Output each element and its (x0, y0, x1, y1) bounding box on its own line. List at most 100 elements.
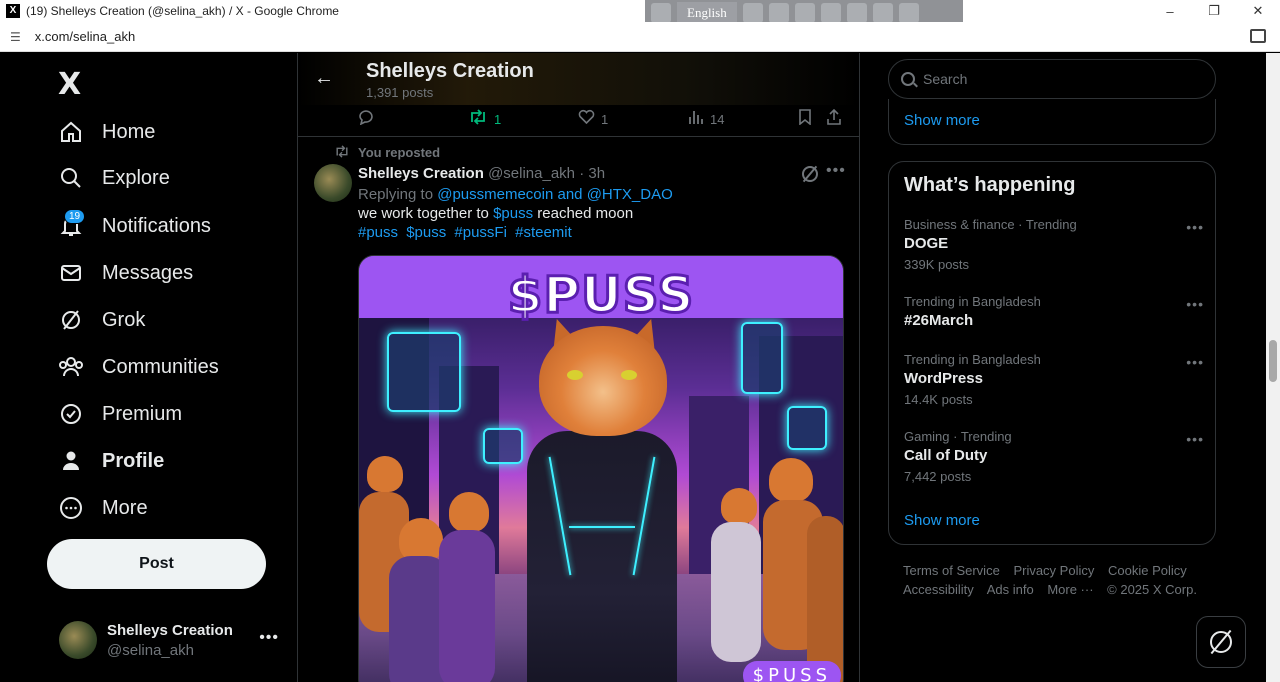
langbar-dropdown-icon[interactable] (742, 3, 763, 23)
scrollbar-thumb[interactable] (1269, 340, 1277, 382)
site-info-icon[interactable]: ☰ (10, 30, 21, 44)
langbar-settings-icon[interactable] (820, 3, 841, 23)
window-title: (19) Shelleys Creation (@selina_akh) / X… (26, 4, 339, 18)
heart-icon (578, 109, 595, 129)
account-switcher[interactable]: Shelleys Creation @selina_akh ••• (59, 621, 289, 661)
url-field[interactable]: x.com/selina_akh (35, 29, 135, 44)
address-bar[interactable]: ☰ x.com/selina_akh (0, 22, 1280, 52)
neon-sign (741, 322, 783, 394)
browser-titlebar: X (19) Shelleys Creation (@selina_akh) /… (0, 0, 1280, 22)
tweet-time[interactable]: 3h (588, 165, 605, 182)
nav-messages[interactable]: Messages (58, 253, 193, 293)
bookmark-button[interactable] (798, 109, 812, 129)
x-logo-icon[interactable]: X (58, 67, 81, 102)
footer-link[interactable]: Ads info (987, 582, 1034, 597)
show-more-link[interactable]: Show more (904, 112, 980, 129)
search-icon (901, 72, 915, 86)
like-button[interactable]: 1 (578, 109, 608, 129)
close-icon[interactable]: ✕ (1236, 0, 1280, 22)
nav-notifications[interactable]: 19 Notifications (58, 206, 211, 246)
trend-count: 7,442 posts (904, 469, 972, 484)
trend-more-icon[interactable]: ••• (1186, 219, 1204, 235)
nav-profile[interactable]: Profile (58, 441, 164, 481)
trend-title: WordPress (904, 370, 983, 387)
grok-icon (58, 307, 84, 333)
nav-home[interactable]: Home (58, 112, 155, 152)
social-context-text: You reposted (358, 145, 441, 160)
trend-item[interactable]: Gaming · Trending Call of Duty 7,442 pos… (904, 429, 1204, 484)
grok-explain-icon[interactable] (802, 166, 818, 182)
page-scrollbar[interactable] (1266, 53, 1280, 682)
replying-user-2[interactable]: @HTX_DAO (587, 186, 673, 203)
hashtag[interactable]: #puss (358, 224, 398, 241)
cast-icon[interactable] (1250, 29, 1266, 43)
nav-more[interactable]: More (58, 488, 148, 528)
langbar-hand-icon[interactable] (794, 3, 815, 23)
hashtag[interactable]: #steemit (515, 224, 572, 241)
tweet-author-name[interactable]: Shelleys Creation (358, 165, 484, 182)
crowd-cat (439, 530, 495, 682)
trend-title: DOGE (904, 235, 949, 252)
trend-more-icon[interactable]: ••• (1186, 431, 1204, 447)
tweet-text-before: we work together to (358, 205, 489, 222)
nav-communities-label: Communities (102, 355, 219, 378)
grok-floating-button[interactable] (1196, 616, 1246, 668)
left-sidebar: X Home Explore 19 Notifications Messages (0, 53, 298, 682)
langbar-close-icon[interactable] (898, 3, 919, 23)
tweet-media-image[interactable]: $PUSS $PUSS (358, 255, 844, 682)
trend-item[interactable]: Trending in Bangladesh WordPress 14.4K p… (904, 352, 1204, 407)
nav-explore[interactable]: Explore (58, 158, 170, 198)
grok-icon (1210, 631, 1232, 653)
langbar-keyboard-icon[interactable] (768, 3, 789, 23)
nav-communities[interactable]: Communities (58, 347, 219, 387)
hashtag[interactable]: #pussFi (454, 224, 507, 241)
hero-cat-eye (567, 370, 583, 380)
tweet-text-after: reached moon (537, 205, 634, 222)
reply-button[interactable] (358, 109, 381, 129)
hashtag[interactable]: $puss (406, 224, 446, 241)
tweet-avatar[interactable] (314, 164, 352, 202)
trend-item[interactable]: Business & finance · Trending DOGE 339K … (904, 217, 1204, 272)
nav-premium[interactable]: Premium (58, 394, 182, 434)
trend-more-icon[interactable]: ••• (1186, 296, 1204, 312)
tweet-cashtag[interactable]: $puss (493, 205, 533, 222)
whats-happening-title: What’s happening (904, 174, 1076, 196)
footer-link[interactable]: Cookie Policy (1108, 563, 1187, 578)
nav-grok[interactable]: Grok (58, 300, 145, 340)
language-selector[interactable]: English (677, 2, 737, 24)
nav-messages-label: Messages (102, 261, 194, 284)
crowd-cat (449, 492, 489, 532)
repost-button[interactable]: 1 (468, 109, 501, 129)
footer-link[interactable]: Accessibility (903, 582, 974, 597)
page-viewport: X Home Explore 19 Notifications Messages (0, 53, 1266, 682)
trend-more-icon[interactable]: ••• (1186, 354, 1204, 370)
minimize-icon[interactable]: – (1148, 0, 1192, 22)
search-input[interactable]: Search (923, 71, 967, 87)
like-count: 1 (601, 111, 609, 127)
tweet-more-icon[interactable]: ••• (826, 162, 846, 180)
profile-title: Shelleys Creation (366, 60, 534, 82)
previous-post-actions: 1 1 14 (298, 105, 859, 137)
footer-link[interactable]: Privacy Policy (1013, 563, 1094, 578)
share-button[interactable] (826, 108, 842, 129)
langbar-search-icon[interactable] (651, 3, 671, 23)
views-button[interactable]: 14 (688, 109, 724, 129)
post-button[interactable]: Post (47, 539, 266, 589)
search-box[interactable]: Search (888, 59, 1216, 99)
nav-notifications-label: Notifications (102, 214, 211, 237)
tweet[interactable]: You reposted Shelleys Creation @selina_a… (298, 138, 859, 682)
langbar-help-icon[interactable] (872, 3, 893, 23)
trend-item[interactable]: Trending in Bangladesh #26March ••• (904, 294, 1204, 329)
langbar-cloud-icon[interactable] (846, 3, 867, 23)
sidebar-card-top: Show more (888, 99, 1216, 145)
crowd-cat (721, 488, 757, 524)
show-more-trends-link[interactable]: Show more (904, 512, 980, 529)
account-more-icon[interactable]: ••• (259, 629, 279, 647)
back-arrow-icon[interactable]: ← (314, 67, 334, 90)
people-icon (58, 354, 84, 380)
replying-user-1[interactable]: @pussmemecoin (437, 186, 553, 203)
footer-link[interactable]: Terms of Service (903, 563, 1000, 578)
restore-icon[interactable]: ❐ (1192, 0, 1236, 22)
footer-link[interactable]: More ··· (1047, 582, 1093, 597)
tweet-author-handle[interactable]: @selina_akh (488, 165, 575, 182)
